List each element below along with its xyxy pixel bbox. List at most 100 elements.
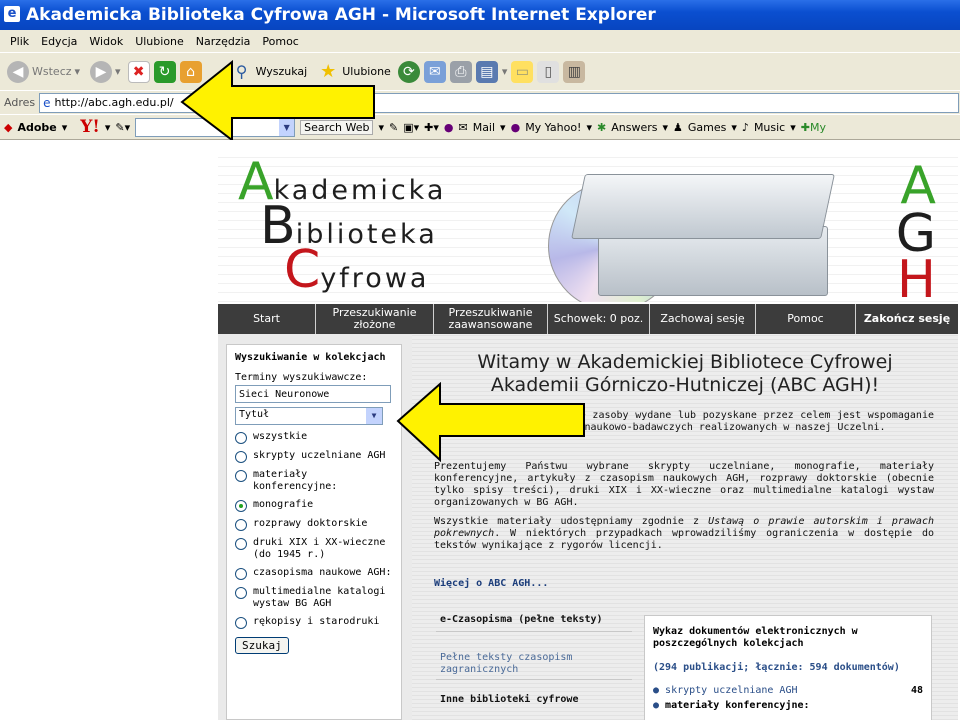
more-about-link[interactable]: Więcej o ABC AGH... — [434, 578, 548, 589]
radio-button-icon[interactable] — [235, 432, 247, 444]
adobe-dropdown-icon[interactable]: ▾ — [62, 121, 68, 134]
collection-radio[interactable]: wszystkie — [235, 431, 393, 444]
back-dropdown-icon: ▾ — [74, 65, 81, 78]
radio-button-icon[interactable] — [235, 519, 247, 531]
music-button[interactable]: Music — [754, 121, 785, 134]
yahoo-dropdown-icon[interactable]: ▾ — [105, 121, 111, 134]
radio-button-icon[interactable] — [235, 617, 247, 629]
divider — [436, 679, 632, 680]
book-top-image — [571, 174, 835, 239]
answers-dropdown-icon[interactable]: ▾ — [662, 121, 668, 134]
other-libraries-heading: Inne biblioteki cyfrowe — [440, 694, 579, 705]
menu-widok[interactable]: Widok — [83, 35, 129, 48]
nav-clipboard[interactable]: Schowek: 0 poz. — [548, 304, 650, 334]
address-label: Adres — [4, 96, 36, 109]
yahoo-mail-button[interactable]: Mail — [473, 121, 495, 134]
radio-button-icon[interactable] — [235, 470, 247, 482]
history-icon[interactable]: ⟳ — [397, 60, 420, 83]
annotation-arrow-address — [180, 60, 375, 140]
toolbar-icon-2[interactable]: ✚▾ — [424, 121, 439, 134]
radio-button-icon[interactable] — [235, 538, 247, 550]
collection-radio[interactable]: materiały konferencyjne: — [235, 469, 393, 493]
my-yahoo-dropdown-icon[interactable]: ▾ — [586, 121, 592, 134]
panel-counts: (294 publikacji; łącznie: 594 dokumentów… — [653, 662, 900, 673]
browser-toolbar: ◀ Wstecz ▾ ▶ ▾ ✖ ↻ ⌂ ⚲ Wyszukaj ★ Ulubio… — [0, 52, 960, 90]
yahoo-logo-icon[interactable]: Y! — [80, 117, 100, 137]
games-button[interactable]: Games — [688, 121, 726, 134]
highlight-icon[interactable]: ✎ — [389, 121, 398, 134]
menu-pomoc[interactable]: Pomoc — [256, 35, 304, 48]
forward-button[interactable]: ▶ ▾ — [87, 57, 124, 87]
radio-label: materiały konferencyjne: — [253, 469, 338, 492]
edit-dropdown-icon[interactable]: ▾ — [502, 65, 508, 78]
pencil-icon[interactable]: ✎▾ — [115, 121, 130, 134]
stop-icon[interactable]: ✖ — [127, 60, 150, 83]
search-terms-label: Terminy wyszukiwawcze: — [235, 372, 368, 383]
divider — [436, 631, 632, 632]
radio-label: rozprawy doktorskie — [253, 518, 368, 529]
messenger-icon[interactable]: ▯ — [537, 60, 560, 83]
address-bar: Adres e http://abc.agh.edu.pl/ — [0, 90, 960, 114]
my-icon[interactable]: ✚My — [801, 121, 826, 134]
back-button[interactable]: ◀ Wstecz ▾ — [4, 57, 83, 87]
mail-dropdown-icon[interactable]: ▾ — [500, 121, 506, 134]
research-icon[interactable]: ▥ — [563, 60, 586, 83]
radio-button-icon[interactable] — [235, 568, 247, 580]
fulltext-journals-link[interactable]: Pełne teksty czasopism zagranicznych — [440, 652, 600, 676]
address-url: http://abc.agh.edu.pl/ — [54, 96, 174, 109]
radio-label: skrypty uczelniane AGH — [253, 450, 386, 461]
nav-complex-search[interactable]: Przeszukiwanie złożone — [316, 304, 434, 334]
agh-letter-h: H — [896, 250, 936, 302]
search-sidebar: Wyszukiwanie w kolekcjach Terminy wyszuk… — [218, 334, 412, 720]
adobe-button[interactable]: Adobe — [17, 121, 56, 134]
toolbar-icon-1[interactable]: ▣▾ — [403, 121, 419, 134]
window-title: Akademicka Biblioteka Cyfrowa AGH - Micr… — [26, 5, 656, 25]
collections-summary-panel: Wykaz dokumentów elektronicznych w poszc… — [644, 615, 932, 720]
my-yahoo-icon: ● — [510, 120, 521, 134]
nav-help[interactable]: Pomoc — [756, 304, 856, 334]
toolbar-icon-3[interactable]: ● — [444, 121, 454, 134]
menu-narzedzia[interactable]: Narzędzia — [190, 35, 257, 48]
annotation-arrow-search — [396, 382, 585, 462]
games-dropdown-icon[interactable]: ▾ — [731, 121, 737, 134]
nav-end-session[interactable]: Zakończ sesję — [856, 304, 958, 334]
music-dropdown-icon[interactable]: ▾ — [790, 121, 796, 134]
print-icon[interactable]: ⎙ — [449, 60, 472, 83]
collection-radio[interactable]: rozprawy doktorskie — [235, 518, 393, 531]
radio-button-icon[interactable] — [235, 451, 247, 463]
collection-radio[interactable]: czasopisma naukowe AGH: — [235, 567, 393, 580]
radio-button-icon[interactable] — [235, 587, 247, 599]
radio-label: monografie — [253, 499, 314, 510]
search-submit-button[interactable]: Szukaj — [235, 637, 289, 654]
collection-radio[interactable]: skrypty uczelniane AGH — [235, 450, 393, 463]
panel-item[interactable]: ● skrypty uczelniane AGH 48 — [653, 685, 923, 696]
yahoo-toolbar: ◆ Adobe ▾ Y! ▾ ✎▾ ▼ Search Web ▾ ✎ ▣▾ ✚▾… — [0, 114, 960, 140]
collection-radio[interactable]: monografie — [235, 499, 393, 512]
collection-radio[interactable]: druki XIX i XX-wieczne (do 1945 r.) — [235, 537, 393, 561]
edit-icon[interactable]: ▤ — [475, 60, 498, 83]
collection-radio[interactable]: rękopisy i starodruki — [235, 616, 393, 629]
search-terms-input[interactable]: Sieci Neuronowe — [235, 385, 391, 403]
discuss-icon[interactable]: ▭ — [511, 60, 534, 83]
menu-bar: Plik Edycja Widok Ulubione Narzędzia Pom… — [0, 30, 960, 52]
my-yahoo-button[interactable]: My Yahoo! — [525, 121, 581, 134]
nav-save-session[interactable]: Zachowaj sesję — [650, 304, 756, 334]
mail-icon[interactable]: ✉ — [423, 60, 446, 83]
page-icon: e — [43, 95, 51, 110]
menu-plik[interactable]: Plik — [4, 35, 35, 48]
refresh-icon[interactable]: ↻ — [153, 60, 176, 83]
ejournals-heading: e-Czasopisma (pełne teksty) — [440, 614, 603, 625]
address-input[interactable]: e http://abc.agh.edu.pl/ — [39, 92, 960, 113]
nav-advanced-search[interactable]: Przeszukiwanie zaawansowane — [434, 304, 548, 334]
radio-button-icon[interactable] — [235, 500, 247, 512]
nav-start[interactable]: Start — [218, 304, 316, 334]
answers-button[interactable]: Answers — [611, 121, 657, 134]
menu-edycja[interactable]: Edycja — [35, 35, 83, 48]
menu-ulubione[interactable]: Ulubione — [129, 35, 190, 48]
search-field-select[interactable]: Tytuł ▼ — [235, 407, 383, 425]
panel-item[interactable]: ● materiały konferencyjne: — [653, 700, 923, 711]
chevron-down-icon[interactable]: ▼ — [366, 408, 382, 424]
back-arrow-icon: ◀ — [7, 60, 29, 83]
site-nav: Start Przeszukiwanie złożone Przeszukiwa… — [218, 304, 958, 334]
collection-radio[interactable]: multimedialne katalogi wystaw BG AGH — [235, 586, 393, 610]
